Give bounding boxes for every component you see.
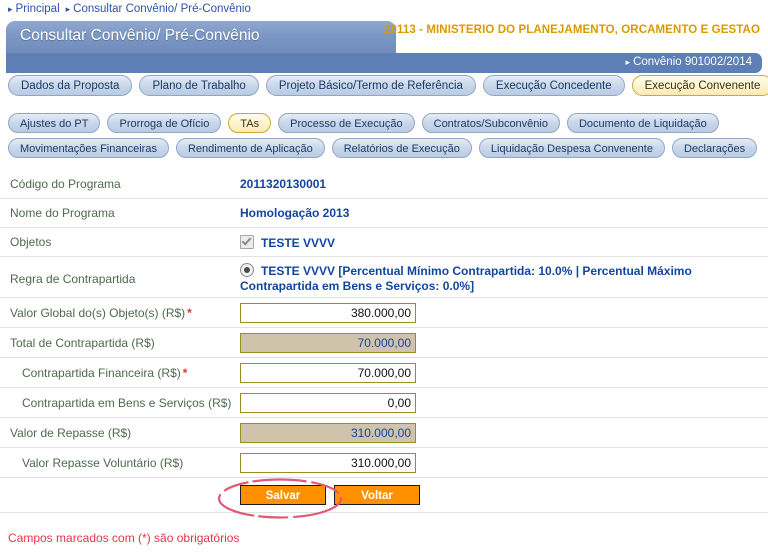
actions-group: Salvar Voltar [240, 485, 768, 505]
tab-rendimento-de-aplica-o[interactable]: Rendimento de Aplicação [175, 138, 325, 158]
label-contrapartida-bens: Contrapartida em Bens e Serviços (R$) [22, 395, 232, 410]
save-button[interactable]: Salvar [240, 485, 326, 505]
tab-row-primary: Dados da Proposta Plano de Trabalho Projet… [0, 75, 768, 96]
tab-documento-de-liquida-o[interactable]: Documento de Liquidação [566, 113, 719, 133]
label-total-contrapartida: Total de Contrapartida (R$) [10, 335, 155, 350]
tab-row-tertiary: Movimentações Financeiras Rendimento de A… [0, 138, 758, 158]
contrapartida-bens-input[interactable] [240, 392, 416, 413]
convenio-bar: ▸ Convênio 901002/2014 [6, 53, 762, 73]
row-objetos: Objetos TESTE VVVV [0, 228, 768, 257]
convenio-arrow-icon: ▸ [625, 57, 631, 67]
regra-contrapartida-text: TESTE VVVV [Percentual Mínimo Contrapart… [240, 264, 692, 293]
tab-prorroga-de-of-cio[interactable]: Prorroga de Ofício [107, 113, 222, 133]
row-valor-repasse: Valor de Repasse (R$) [0, 418, 768, 448]
label-regra-contrapartida: Regra de Contrapartida [10, 272, 136, 286]
label-nome-programa: Nome do Programa [10, 206, 115, 220]
field-total-contrapartida-wrap [240, 332, 768, 353]
tab-relat-rios-de-execu-o[interactable]: Relatórios de Execução [331, 138, 472, 158]
breadcrumb-item-consultar-convenio[interactable]: Consultar Convênio/ Pré-Convênio [73, 3, 251, 15]
label-objetos: Objetos [10, 235, 52, 249]
label-valor-repasse: Valor de Repasse (R$) [10, 425, 132, 440]
back-button[interactable]: Voltar [334, 485, 420, 505]
row-contrapartida-bens: Contrapartida em Bens e Serviços (R$) [0, 388, 768, 418]
row-regra-contrapartida: Regra de Contrapartida TESTE VVVV [Perce… [0, 257, 768, 298]
tab-execu-o-concedente[interactable]: Execução Concedente [482, 75, 625, 96]
tab-row-secondary: Ajustes do PT Prorroga de Ofício TAs Proces… [0, 113, 719, 133]
tab-contratos-subconv-nio[interactable]: Contratos/Subconvênio [421, 113, 560, 133]
breadcrumb-item-principal[interactable]: Principal [16, 3, 60, 15]
tab-liquida-o-despesa-convenente[interactable]: Liquidação Despesa Convenente [478, 138, 665, 158]
tab-projeto-b-sico-termo-de-refer-ncia[interactable]: Projeto Básico/Termo de Referência [265, 75, 476, 96]
page-header: Consultar Convênio/ Pré-Convênio 20113 -… [0, 18, 768, 73]
objetos-checkbox[interactable] [240, 234, 254, 249]
page-title-tab: Consultar Convênio/ Pré-Convênio [6, 21, 396, 53]
label-valor-global: Valor Global do(s) Objeto(s) (R$) * [0, 306, 240, 320]
required-marker: * [187, 305, 192, 320]
value-codigo-programa: 2011320130001 [240, 177, 327, 191]
tab-tas[interactable]: TAs [228, 113, 272, 133]
convenio-info: ▸ Convênio 901002/2014 [626, 56, 752, 68]
row-contrapartida-financeira: Contrapartida Financeira (R$) * [0, 358, 768, 388]
label-contrapartida-financeira: Contrapartida Financeira (R$) * [0, 366, 240, 380]
page-title: Consultar Convênio/ Pré-Convênio [20, 27, 260, 44]
tab-dados-da-proposta[interactable]: Dados da Proposta [8, 75, 133, 96]
convenio-number: Convênio 901002/2014 [633, 56, 752, 68]
tab-movimenta-es-financeiras[interactable]: Movimentações Financeiras [8, 138, 169, 158]
tab-processo-de-execu-o[interactable]: Processo de Execução [278, 113, 415, 133]
required-marker: * [182, 365, 188, 380]
tab-declara-es[interactable]: Declarações [671, 138, 758, 158]
tab-ajustes-do-pt[interactable]: Ajustes do PT [8, 113, 101, 133]
row-valor-global: Valor Global do(s) Objeto(s) (R$) * [0, 298, 768, 328]
tab-plano-de-trabalho[interactable]: Plano de Trabalho [139, 75, 259, 96]
regra-value-group: TESTE VVVV [Percentual Mínimo Contrapart… [240, 263, 768, 294]
valor-repasse-voluntario-input[interactable] [240, 452, 416, 473]
value-nome-programa: Homologação 2013 [240, 206, 350, 220]
label-codigo-programa: Código do Programa [10, 177, 121, 191]
valor-repasse-input [240, 422, 416, 443]
row-valor-repasse-voluntario: Valor Repasse Voluntário (R$) [0, 448, 768, 478]
row-total-contrapartida: Total de Contrapartida (R$) [0, 328, 768, 358]
row-nome-programa: Nome do Programa Homologação 2013 [0, 199, 768, 228]
field-contrapartida-bens-wrap [240, 392, 768, 413]
total-contrapartida-input [240, 332, 416, 353]
button-box: Salvar Voltar [240, 485, 768, 505]
tab-execu-o-convenente[interactable]: Execução Convenente [631, 75, 768, 96]
breadcrumb-arrow-icon: ▸ [8, 3, 13, 14]
label-valor-global-text: Valor Global do(s) Objeto(s) (R$) [10, 305, 186, 320]
row-codigo-programa: Código do Programa 2011320130001 [0, 170, 768, 199]
objetos-value-group: TESTE VVVV [240, 234, 768, 250]
breadcrumb-arrow-icon: ▸ [65, 3, 71, 14]
valor-global-input[interactable] [240, 302, 416, 323]
ministry-label: 20113 - MINISTERIO DO PLANEJAMENTO, ORCA… [383, 24, 760, 36]
field-contrapartida-financeira-wrap [240, 362, 768, 383]
regra-radio[interactable] [240, 263, 254, 277]
field-valor-global-wrap [240, 302, 768, 323]
required-fields-note: Campos marcados com (*) são obrigatórios [8, 531, 240, 545]
field-valor-repasse-voluntario-wrap [240, 452, 768, 473]
field-valor-repasse-wrap [240, 422, 768, 443]
label-valor-repasse-voluntario: Valor Repasse Voluntário (R$) [22, 455, 184, 470]
breadcrumb: ▸ Principal ▸ Consultar Convênio/ Pré-Co… [0, 0, 768, 18]
row-actions: Salvar Voltar [0, 478, 768, 513]
convenio-form: Código do Programa 2011320130001 Nome do… [0, 170, 768, 513]
contrapartida-financeira-input[interactable] [240, 362, 416, 383]
objetos-label: TESTE VVVV [261, 235, 336, 250]
label-contrapartida-financeira-text: Contrapartida Financeira (R$) [22, 365, 181, 380]
